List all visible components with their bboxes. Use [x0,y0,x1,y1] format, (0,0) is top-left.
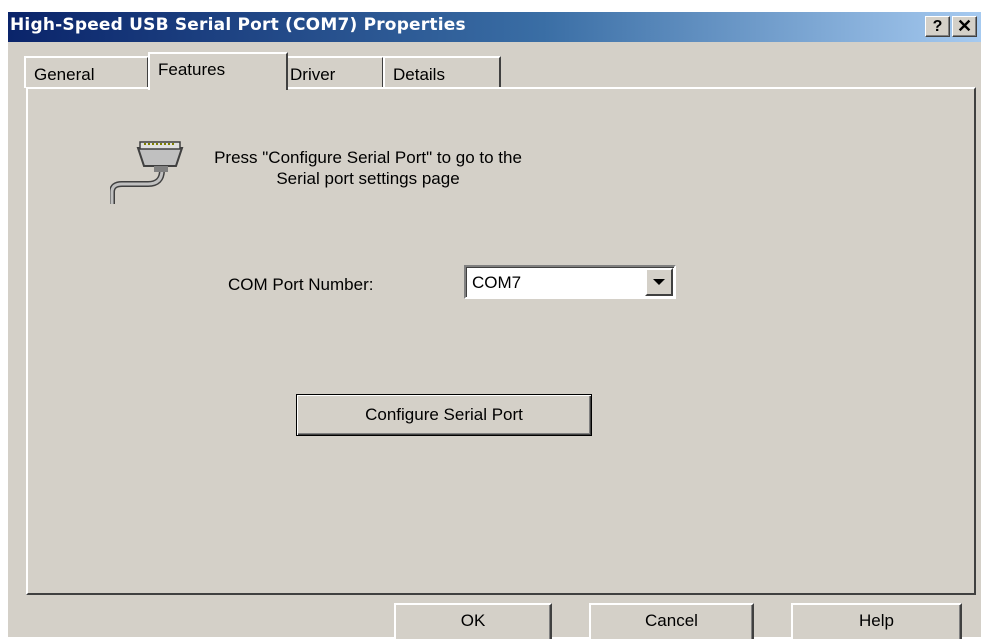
instructions-line-1: Press "Configure Serial Port" to go to t… [214,148,522,167]
instructions-text: Press "Configure Serial Port" to go to t… [208,147,528,189]
tab-driver[interactable]: Driver [280,56,384,88]
close-icon[interactable]: ✕ [952,16,977,37]
title-bar[interactable]: High-Speed USB Serial Port (COM7) Proper… [8,12,981,42]
properties-dialog: High-Speed USB Serial Port (COM7) Proper… [6,10,981,639]
cancel-button[interactable]: Cancel [589,603,754,639]
com-port-label: COM Port Number: [228,275,374,294]
window-title: High-Speed USB Serial Port (COM7) Proper… [10,15,466,35]
ok-button[interactable]: OK [394,603,552,639]
instructions-line-2: Serial port settings page [276,169,460,188]
tab-features[interactable]: Features [148,52,288,90]
tab-general[interactable]: General [24,56,149,88]
com-port-value: COM7 [472,273,522,292]
chevron-down-icon[interactable] [645,268,673,296]
configure-serial-port-button[interactable]: Configure Serial Port [296,394,592,436]
help-button[interactable]: Help [791,603,962,639]
tab-details[interactable]: Details [383,56,501,88]
features-panel: Press "Configure Serial Port" to go to t… [26,87,976,595]
help-icon[interactable]: ? [925,16,950,37]
serial-port-icon [110,141,184,204]
com-port-select[interactable]: COM7 [464,265,676,299]
